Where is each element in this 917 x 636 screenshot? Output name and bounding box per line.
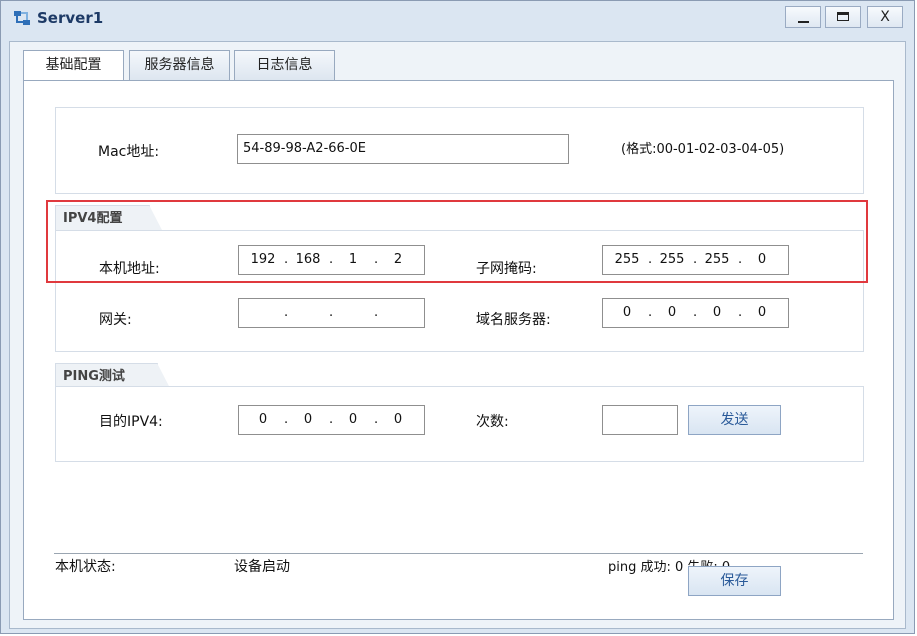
- tab-log-info[interactable]: 日志信息: [234, 50, 335, 80]
- app-window: Server1 X 基础配置 服务器信息 日志信息 Mac地址: 54-89-9…: [0, 0, 915, 634]
- close-button[interactable]: X: [867, 6, 903, 28]
- gateway-label: 网关:: [99, 312, 132, 328]
- dest-ip-input[interactable]: 0 . 0 . 0 . 0: [238, 405, 425, 435]
- maximize-icon: [837, 12, 849, 21]
- status-value: 设备启动: [234, 559, 290, 575]
- ip-dot: .: [693, 305, 698, 320]
- subnet-mask-input[interactable]: 255 . 255 . 255 . 0: [602, 245, 789, 275]
- dest-octet-2: 0: [303, 412, 313, 427]
- server-network-icon: [14, 11, 30, 25]
- status-label: 本机状态:: [55, 559, 116, 575]
- ipv4-group-title: IPV4配置: [55, 205, 163, 232]
- ip-dot: .: [284, 305, 289, 320]
- local-ip-octet-4: 2: [393, 252, 403, 267]
- dns-input[interactable]: 0 . 0 . 0 . 0: [602, 298, 789, 328]
- ip-dot: .: [374, 412, 379, 427]
- tab-server-info[interactable]: 服务器信息: [129, 50, 230, 80]
- close-icon: X: [880, 9, 890, 25]
- send-button[interactable]: 发送: [688, 405, 781, 435]
- mac-input[interactable]: 54-89-98-A2-66-0E: [237, 134, 569, 164]
- count-input[interactable]: [602, 405, 678, 435]
- dns-octet-1: 0: [622, 305, 632, 320]
- basic-config-panel: Mac地址: 54-89-98-A2-66-0E (格式:00-01-02-03…: [23, 80, 894, 620]
- count-label: 次数:: [476, 414, 509, 430]
- local-ip-octet-3: 1: [348, 252, 358, 267]
- ip-dot: .: [329, 252, 334, 267]
- dest-octet-4: 0: [393, 412, 403, 427]
- mask-octet-2: 255: [659, 252, 685, 267]
- mac-format-hint: (格式:00-01-02-03-04-05): [621, 142, 785, 157]
- dns-octet-4: 0: [757, 305, 767, 320]
- mac-value: 54-89-98-A2-66-0E: [243, 141, 366, 156]
- dns-octet-2: 0: [667, 305, 677, 320]
- dest-octet-1: 0: [258, 412, 268, 427]
- title-bar: Server1 X: [1, 1, 914, 35]
- dns-label: 域名服务器:: [476, 312, 551, 328]
- mask-octet-1: 255: [614, 252, 640, 267]
- mask-octet-4: 0: [757, 252, 767, 267]
- mac-label: Mac地址:: [98, 144, 160, 160]
- mask-octet-3: 255: [704, 252, 730, 267]
- window-title: Server1: [37, 9, 104, 27]
- maximize-button[interactable]: [825, 6, 861, 28]
- subnet-mask-label: 子网掩码:: [476, 261, 537, 277]
- minimize-button[interactable]: [785, 6, 821, 28]
- tab-basic-config[interactable]: 基础配置: [23, 50, 124, 81]
- minimize-icon: [798, 21, 809, 23]
- ip-dot: .: [374, 305, 379, 320]
- gateway-input[interactable]: . . .: [238, 298, 425, 328]
- status-divider: [54, 553, 863, 554]
- dns-octet-3: 0: [712, 305, 722, 320]
- ip-dot: .: [648, 305, 653, 320]
- ip-dot: .: [329, 305, 334, 320]
- ip-dot: .: [693, 252, 698, 267]
- ip-dot: .: [374, 252, 379, 267]
- ip-dot: .: [738, 305, 743, 320]
- dest-ip-label: 目的IPV4:: [99, 414, 163, 430]
- ip-dot: .: [284, 412, 289, 427]
- ip-dot: .: [648, 252, 653, 267]
- local-ip-octet-2: 168: [295, 252, 321, 267]
- ip-dot: .: [284, 252, 289, 267]
- ip-dot: .: [738, 252, 743, 267]
- dest-octet-3: 0: [348, 412, 358, 427]
- local-ip-input[interactable]: 192 . 168 . 1 . 2: [238, 245, 425, 275]
- local-ip-octet-1: 192: [250, 252, 276, 267]
- save-button[interactable]: 保存: [688, 566, 781, 596]
- client-area: 基础配置 服务器信息 日志信息 Mac地址: 54-89-98-A2-66-0E…: [9, 41, 906, 629]
- local-ip-label: 本机地址:: [99, 261, 160, 277]
- ip-dot: .: [329, 412, 334, 427]
